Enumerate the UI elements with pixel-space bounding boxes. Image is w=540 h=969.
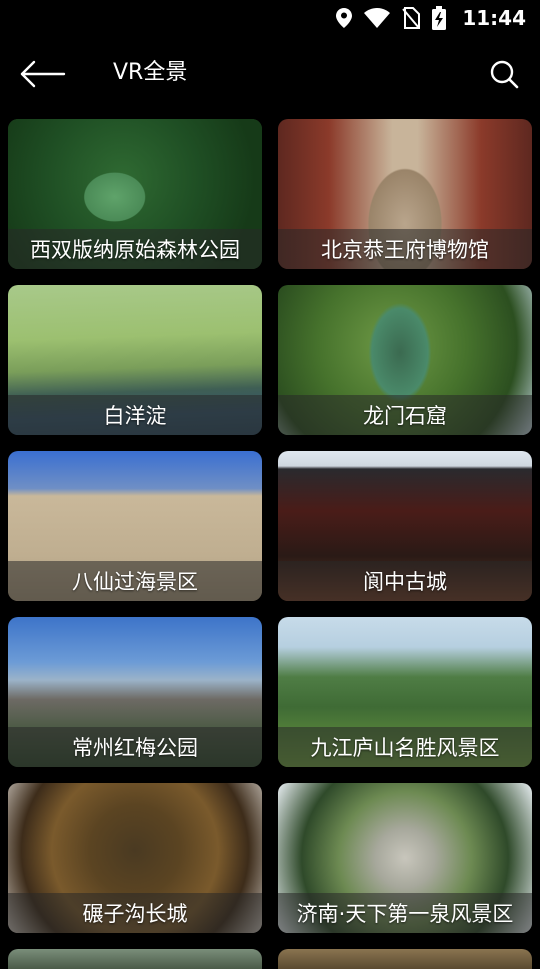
back-button[interactable] <box>18 56 70 92</box>
scenic-card[interactable]: 白洋淀 <box>8 285 262 435</box>
scenic-card[interactable]: 九江庐山名胜风景区 <box>278 617 532 767</box>
scenic-name: 阆中古城 <box>363 570 447 594</box>
arrow-left-icon <box>20 60 66 88</box>
scenic-name: 白洋淀 <box>103 404 167 428</box>
no-sim-icon <box>402 7 421 29</box>
app-bar: VR全景 <box>0 36 540 112</box>
status-bar: 11:44 <box>0 0 540 36</box>
search-icon <box>490 60 519 89</box>
scenic-card[interactable]: 阆中古城 <box>278 451 532 601</box>
scenic-name: 九江庐山名胜风景区 <box>310 736 500 760</box>
scenic-card[interactable]: 济南·天下第一泉风景区 <box>278 783 532 933</box>
scenic-name: 济南·天下第一泉风景区 <box>296 902 514 926</box>
scenic-card[interactable]: 北京恭王府博物馆 <box>278 119 532 269</box>
scenic-card[interactable]: 西双版纳原始森林公园 <box>8 119 262 269</box>
scenic-card-partial[interactable] <box>278 949 532 969</box>
scenic-name: 北京恭王府博物馆 <box>321 238 489 262</box>
search-button[interactable] <box>488 58 520 90</box>
scenic-card[interactable]: 碾子沟长城 <box>8 783 262 933</box>
scenic-name: 碾子沟长城 <box>82 902 188 926</box>
wifi-icon <box>364 8 391 28</box>
scenic-card[interactable]: 常州红梅公园 <box>8 617 262 767</box>
page-title: VR全景 <box>113 60 188 85</box>
scenic-card[interactable]: 龙门石窟 <box>278 285 532 435</box>
scenic-name: 八仙过海景区 <box>72 570 198 594</box>
scenic-name: 西双版纳原始森林公园 <box>30 238 240 262</box>
scenic-name: 常州红梅公园 <box>72 736 198 760</box>
location-icon <box>336 8 353 28</box>
scenic-name: 龙门石窟 <box>363 404 447 428</box>
clock: 11:44 <box>462 6 526 30</box>
battery-charging-icon <box>432 6 447 30</box>
scenic-grid: 西双版纳原始森林公园 北京恭王府博物馆 白洋淀 龙门石窟 八仙过海景区 阆中古城… <box>8 119 532 933</box>
scenic-card[interactable]: 八仙过海景区 <box>8 451 262 601</box>
scenic-card-partial[interactable] <box>8 949 262 969</box>
